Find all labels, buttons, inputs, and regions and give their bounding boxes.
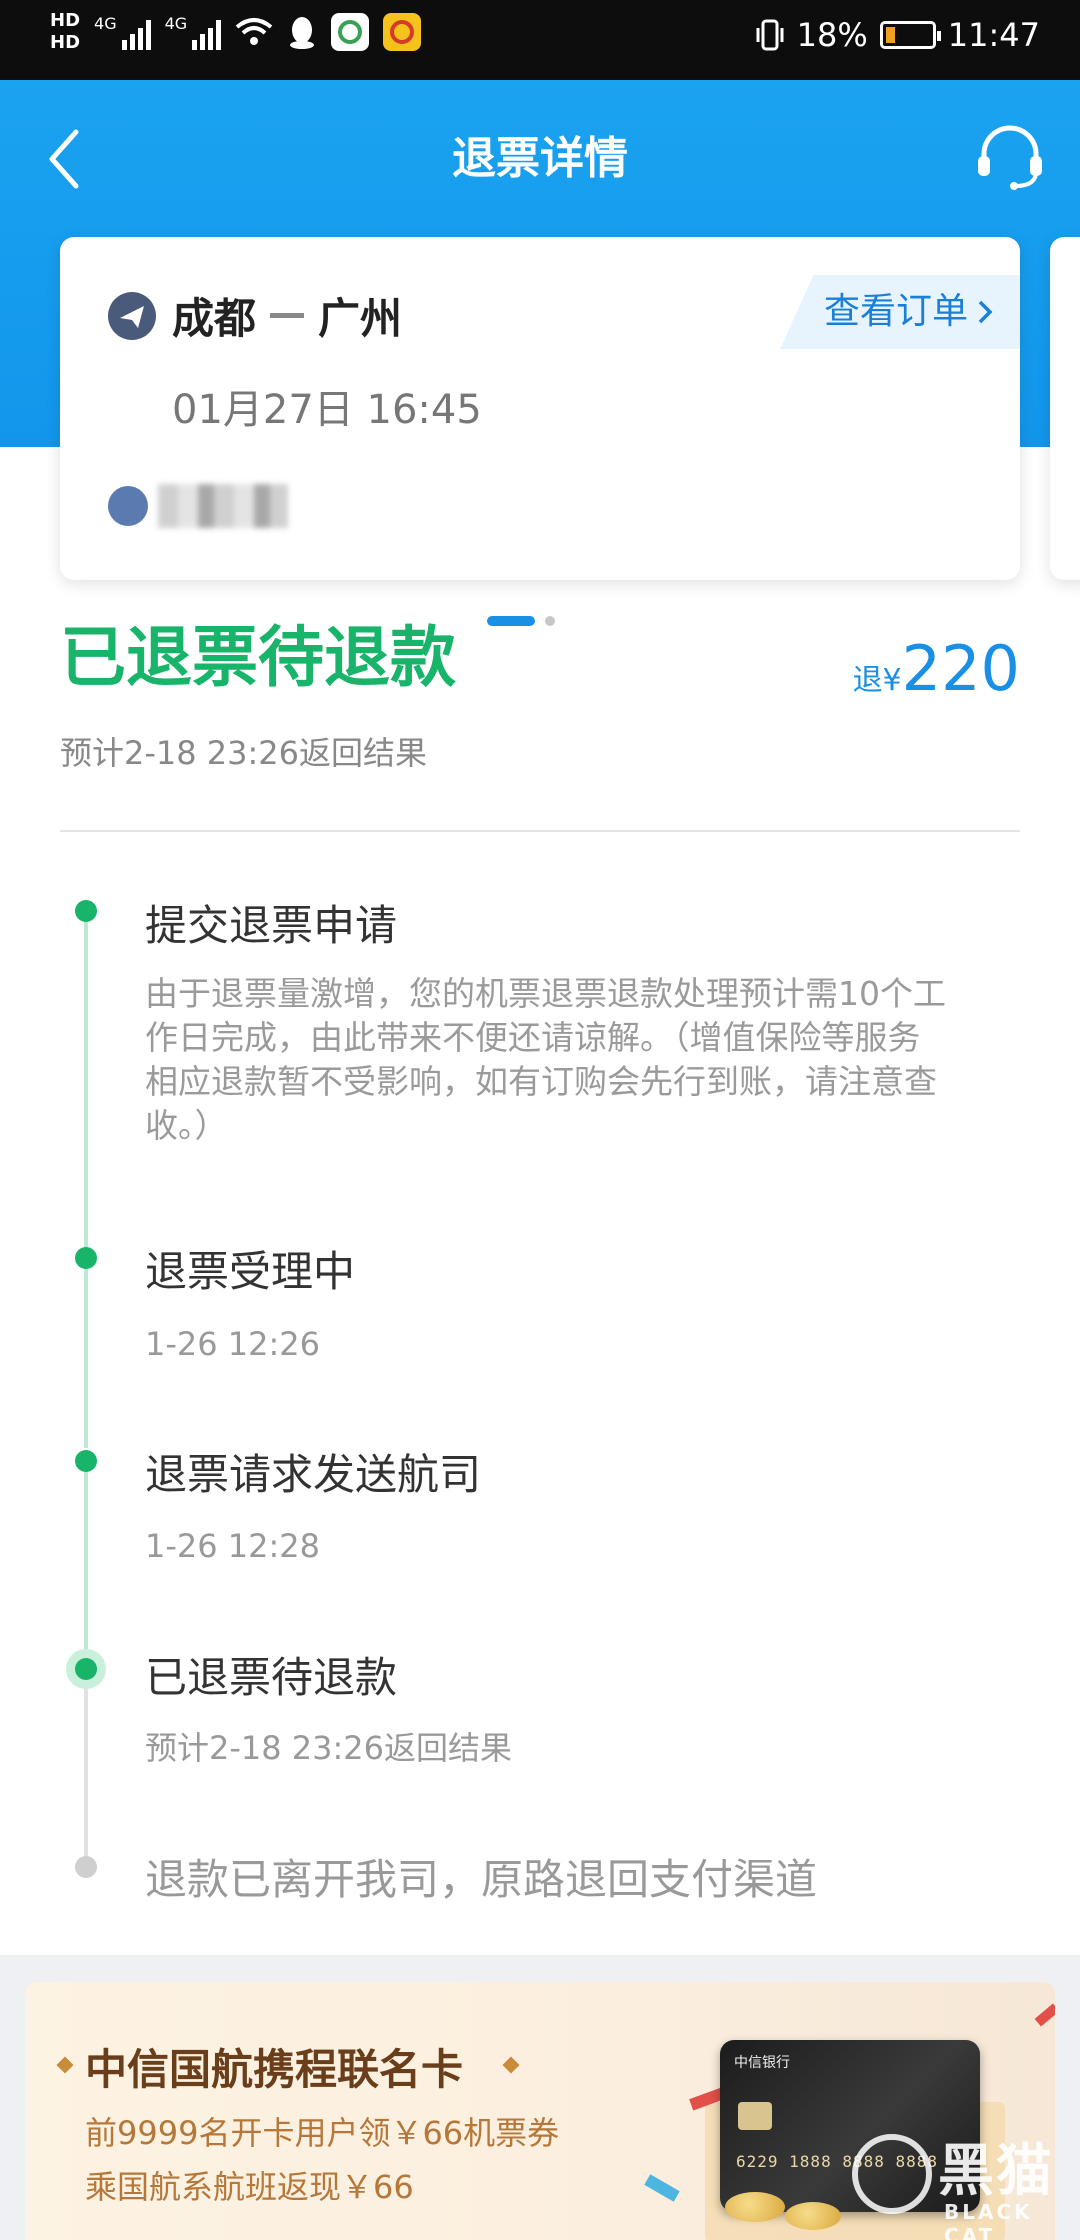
timeline-step-desc: 由于退票量激增，您的机票退票退款处理预计需10个工 作日完成，由此带来不便还请谅…	[145, 974, 946, 1145]
page-title: 退票详情	[452, 133, 628, 184]
qq-icon	[290, 17, 315, 49]
plane-icon	[108, 292, 156, 340]
timeline-dot-done	[75, 1247, 97, 1269]
battery-percent: 18%	[796, 16, 868, 54]
flight-route: 成都 广州	[172, 285, 402, 346]
passenger-name-redacted	[158, 484, 288, 528]
passenger-icon	[108, 486, 148, 526]
timeline-step-time: 1-26 12:28	[145, 1527, 321, 1565]
status-bar: HD HD 4G 4G 18% 11:47	[0, 0, 1080, 80]
timeline-dot-current	[75, 1658, 97, 1680]
timeline-step-title: 退款已离开我司，原路退回支付渠道	[145, 1855, 818, 1904]
promo-line-1: 前9999名开卡用户领￥66机票券	[85, 2114, 560, 2152]
refund-amount: 退¥ 220	[853, 632, 1020, 705]
next-card-peek[interactable]	[1050, 237, 1080, 580]
view-order-label: 查看订单	[823, 291, 968, 332]
blackcat-watermark: 黑猫 BLACK CAT	[852, 2124, 1072, 2240]
promo-line-2: 乘国航系航班返现￥66	[85, 2168, 414, 2206]
refund-prefix: 退¥	[852, 663, 902, 698]
hd-indicator-1: HD	[50, 10, 81, 31]
pager-dot	[545, 616, 555, 626]
view-order-button[interactable]: 查看订单	[779, 275, 1020, 349]
refund-eta: 预计2-18 23:26返回结果	[60, 734, 428, 772]
headset-icon[interactable]	[970, 116, 1050, 196]
origin-city: 成都	[172, 294, 257, 343]
timeline-step-title: 已退票待退款	[145, 1653, 398, 1702]
card-pager	[487, 616, 555, 626]
coin-icon	[785, 2202, 841, 2230]
wifi-icon	[235, 18, 273, 45]
passenger-info	[108, 477, 308, 535]
flight-datetime: 01月27日 16:45	[172, 387, 482, 433]
app-notification-icon	[331, 13, 370, 51]
flight-card: 成都 广州 01月27日 16:45 查看订单	[60, 237, 1020, 580]
pager-dot-active	[487, 616, 535, 626]
app-notification-icon-2	[383, 13, 422, 51]
route-arrow-icon	[270, 313, 305, 318]
chevron-right-icon	[978, 300, 993, 324]
timeline-step-title: 退票受理中	[145, 1247, 356, 1296]
card-bank-name: 中信银行	[734, 2055, 790, 2071]
timeline-dot-done	[75, 900, 97, 922]
timeline-step-time: 预计2-18 23:26返回结果	[145, 1729, 513, 1767]
vibrate-icon	[756, 19, 784, 51]
refund-detail-screen: HD HD 4G 4G 18% 11:47 退票详情 成都 广州 01月27日 …	[0, 0, 1080, 2240]
destination-city: 广州	[318, 294, 403, 343]
clock: 11:47	[947, 16, 1040, 54]
timeline-step-title: 退票请求发送航司	[145, 1450, 482, 1499]
timeline-step-title: 提交退票申请	[145, 901, 398, 950]
timeline-dot-done	[75, 1450, 97, 1472]
divider	[60, 830, 1020, 832]
hd-indicator-2: HD	[50, 32, 81, 53]
timeline-step-time: 1-26 12:26	[145, 1325, 321, 1363]
timeline-dot-pending	[75, 1856, 97, 1878]
refund-value: 220	[901, 632, 1020, 705]
promo-title: 中信国航携程联名卡	[85, 2045, 464, 2094]
coin-icon	[725, 2192, 785, 2222]
refund-status-title: 已退票待退款	[60, 619, 456, 696]
signal-icon-1: 4G	[94, 14, 151, 50]
battery-icon	[879, 21, 941, 49]
signal-icon-2: 4G	[165, 14, 222, 50]
